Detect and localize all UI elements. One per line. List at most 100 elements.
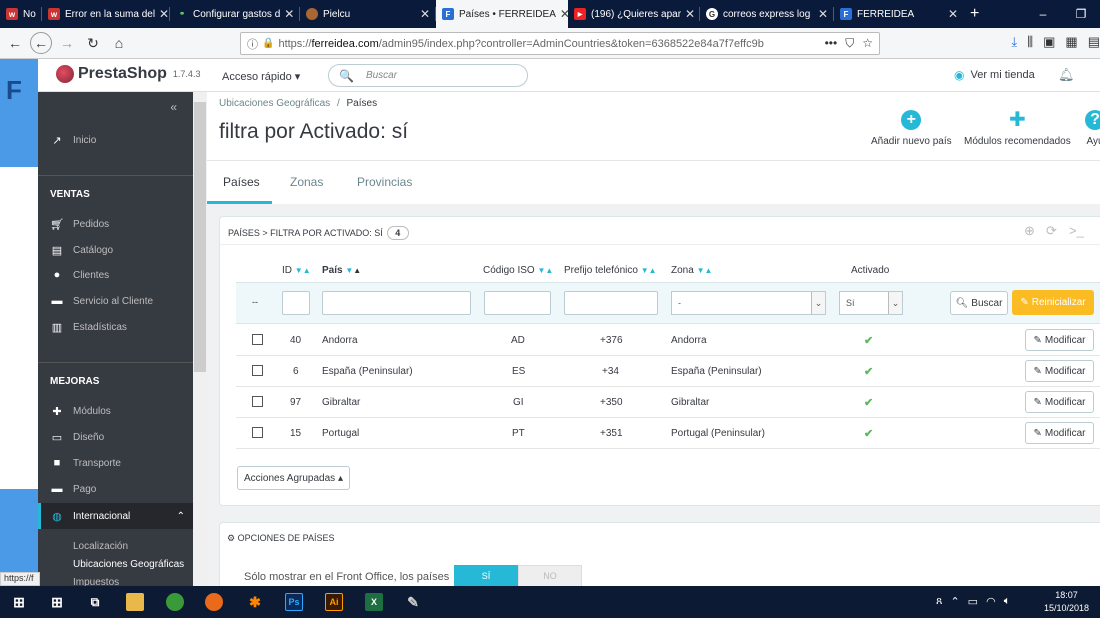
reset-button[interactable]: ✎ Reinicializar [1012,290,1094,315]
breadcrumb-parent[interactable]: Ubicaciones Geográficas [219,98,330,109]
sidebar-subitem-ubicaciones[interactable]: Ubicaciones Geográficas [73,559,184,570]
row-checkbox[interactable] [252,334,263,345]
view-store-link[interactable]: ◉ Ver mi tienda [954,68,1035,82]
sidebar-scrollbar[interactable] [193,92,207,586]
close-tab-icon[interactable]: ✕ [944,7,958,21]
bookmark-star-icon[interactable]: ☆ [862,36,873,51]
check-icon[interactable]: ✔ [864,334,873,347]
check-icon[interactable]: ✔ [864,396,873,409]
illustrator-icon[interactable]: Ai [325,593,343,611]
table-row[interactable]: 6 España (Peninsular) ES +34 España (Pen… [236,356,1100,387]
close-tab-icon[interactable]: ✕ [556,7,568,21]
forward-icon[interactable]: → [56,32,78,54]
column-prefix[interactable]: Prefijo telefónico ▼▲ [564,265,657,276]
sidebar-item-modulos[interactable]: ✚ Módulos [38,400,193,422]
extension-icon[interactable]: ▦ [1065,34,1077,50]
download-icon[interactable]: ⤓ [1011,34,1017,50]
sidebar-item-catalogo[interactable]: ▤ Catálogo [38,239,193,261]
column-id[interactable]: ID ▼▲ [282,265,311,276]
recommended-modules-button[interactable]: ✚ Módulos recomendados [964,110,1071,147]
add-country-button[interactable]: + Añadir nuevo país [871,110,952,147]
sidebar-item-estadisticas[interactable]: ▥ Estadísticas [38,316,193,338]
url-bar[interactable]: ⓘ 🔒 https://ferreidea.com/admin95/index.… [240,32,880,55]
firefox-icon[interactable] [205,593,223,611]
windows-logo-icon[interactable]: ⊞ [48,593,66,611]
row-checkbox[interactable] [252,365,263,376]
modify-button[interactable]: ✎ Modificar [1025,360,1094,382]
filter-zone-select[interactable]: - ⌄ [671,291,826,315]
tab-paises[interactable]: Países [223,175,260,189]
reload-icon[interactable]: ↻ [82,32,104,54]
battery-icon[interactable]: ▭ [968,595,978,608]
page-actions-icon[interactable]: ••• [825,36,838,51]
file-explorer-icon[interactable] [126,593,144,611]
browser-tab[interactable]: w Error en la suma del ✕ [42,0,170,28]
pocket-icon[interactable]: ⛉ [845,36,854,51]
search-input[interactable]: 🔍 Buscar [328,64,528,87]
wifi-icon[interactable]: ◠ [986,595,996,608]
browser-tab[interactable]: ⚭ Configurar gastos d ✕ [170,0,300,28]
clock[interactable]: 18:07 15/10/2018 [1044,589,1089,615]
collapse-sidebar-icon[interactable]: « [170,100,177,114]
sidebar-item-servicio[interactable]: ▬ Servicio al Cliente [38,290,193,312]
browser-tab[interactable]: F FERREIDEA ✕ [834,0,964,28]
row-checkbox[interactable] [252,396,263,407]
sidebar-item-inicio[interactable]: ↗ Inicio [38,129,193,151]
sidebar-item-transporte[interactable]: ■ Transporte [38,452,193,474]
close-tab-icon[interactable]: ✕ [681,7,695,21]
sidebar-item-diseno[interactable]: ▭ Diseño [38,426,193,448]
toggle-yes[interactable]: SÍ [454,565,518,586]
people-icon[interactable]: ጸ [936,595,942,608]
filter-iso-input[interactable] [484,291,551,315]
table-row[interactable]: 97 Gibraltar GI +350 Gibraltar ✔ ✎ Modifi… [236,387,1100,418]
volume-icon[interactable]: 🔈︎ [1004,595,1011,608]
back-icon[interactable]: ← [4,32,26,54]
url-text[interactable]: https://ferreidea.com/admin95/index.php?… [278,38,824,50]
quick-access-dropdown[interactable]: Acceso rápido ▾ [222,70,300,83]
notifications-bell-icon[interactable]: 🔔︎ [1058,67,1075,83]
browser-tab[interactable]: w No [0,0,42,28]
prestashop-logo[interactable]: PrestaShop 1.7.4.3 [56,65,200,83]
check-icon[interactable]: ✔ [864,365,873,378]
sql-icon[interactable]: >_ [1069,223,1084,238]
new-tab-button[interactable]: + [964,0,994,28]
photoshop-icon[interactable]: Ps [285,593,303,611]
library-icon[interactable]: ⫼ [1027,34,1033,50]
sort-icon[interactable]: ▼▲ [641,266,657,275]
sort-icon[interactable]: ▼▲ [537,266,553,275]
sidebar-icon[interactable]: ▣ [1043,34,1055,50]
close-tab-icon[interactable]: ✕ [280,7,294,21]
table-row[interactable]: 40 Andorra AD +376 Andorra ✔ ✎ Modificar [236,325,1100,356]
sidebar-subitem-localizacion[interactable]: Localización [73,541,128,552]
sidebar-subitem-impuestos[interactable]: Impuestos [73,577,119,586]
sidebar-item-clientes[interactable]: ● Clientes [38,264,193,286]
front-office-toggle[interactable]: SÍ NO [454,565,582,586]
tab-provincias[interactable]: Provincias [357,175,412,189]
table-row[interactable]: 15 Portugal PT +351 Portugal (Peninsular… [236,418,1100,449]
app-icon[interactable]: ✱ [246,593,264,611]
browser-tab[interactable]: Gcorreos express log ✕ [700,0,834,28]
close-tab-icon[interactable]: ✕ [416,7,430,21]
home-icon[interactable]: ⌂ [108,32,130,54]
back-button-icon[interactable]: ← [30,32,52,54]
close-tab-icon[interactable]: ✕ [814,7,828,21]
windows-start-icon[interactable]: ⊞ [10,593,28,611]
help-button[interactable]: ?Ayu [1085,110,1100,147]
minimize-icon[interactable]: – [1024,7,1062,21]
chevron-up-icon[interactable]: ⌃ [950,595,959,608]
sidebar-item-internacional[interactable]: ◍ Internacional ⌃ [38,503,193,529]
extension-icon[interactable]: ▤ [1088,34,1100,50]
filter-country-input[interactable] [322,291,471,315]
sort-icon[interactable]: ▼▲ [697,266,713,275]
browser-tab[interactable]: Pielcu ✕ [300,0,436,28]
toggle-no[interactable]: NO [518,565,582,586]
sidebar-item-pedidos[interactable]: 🛒︎ Pedidos [38,213,193,235]
refresh-icon[interactable]: ⟳ [1046,223,1057,239]
bulk-actions-dropdown[interactable]: Acciones Agrupadas ▴ [237,466,350,490]
close-tab-icon[interactable]: ✕ [155,7,169,21]
info-icon[interactable]: ⓘ [247,36,258,52]
excel-icon[interactable]: X [365,593,383,611]
task-view-icon[interactable]: ⧉ [86,593,104,611]
column-zona[interactable]: Zona ▼▲ [671,265,712,276]
modify-button[interactable]: ✎ Modificar [1025,422,1094,444]
